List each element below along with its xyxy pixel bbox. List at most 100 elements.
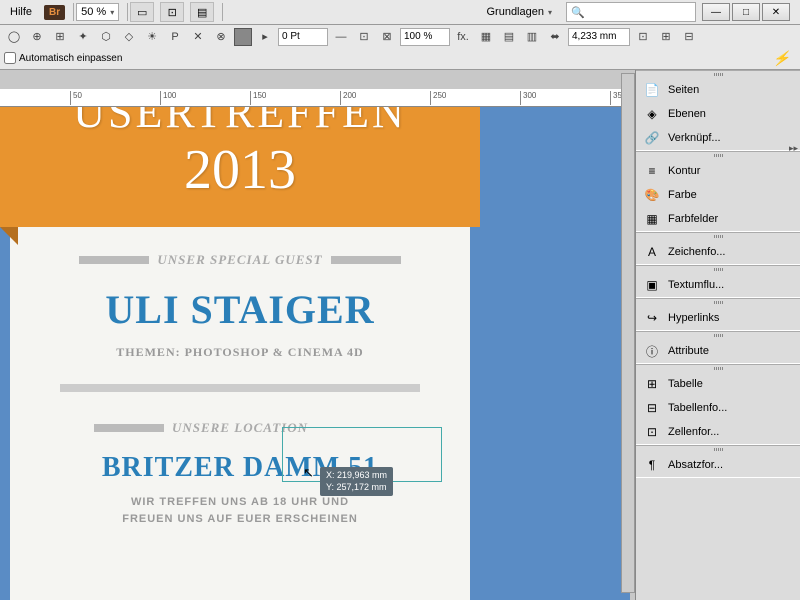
tool-icon[interactable]: ✦ [73, 28, 93, 46]
search-icon: 🔍 [571, 6, 585, 19]
control-toolbar: ◯ ⊕ ⊞ ✦ ⬡ ◇ ☀ P ✕ ⊗ ▸ 0 Pt — ⊡ ⊠ 100 % f… [0, 25, 800, 70]
panel-item[interactable]: 📄Seiten [636, 78, 800, 102]
panel-item[interactable]: ⊟Tabellenfo... [636, 396, 800, 420]
width-input[interactable]: 4,233 mm [568, 28, 630, 46]
maximize-button[interactable]: □ [732, 3, 760, 21]
top-menu-bar: Hilfe Br 50 %▾ ▭ ⊡ ▤ Grundlagen ▾ 🔍 — □ ✕ [0, 0, 800, 25]
collapse-icon[interactable]: ▸▸ [789, 143, 798, 154]
stroke-weight-input[interactable]: 0 Pt [278, 28, 328, 46]
view-option-1[interactable]: ▭ [130, 2, 154, 22]
tool-icon[interactable]: ⊠ [377, 28, 397, 46]
panel-item[interactable]: ⊡ Zellenfor... [636, 420, 800, 444]
panel-item[interactable]: ▦ Farbfelder [636, 207, 800, 231]
panel-icon: ↪ [644, 310, 660, 326]
tool-icon[interactable]: P [165, 28, 185, 46]
fx-icon[interactable]: fx. [453, 28, 473, 46]
panel-item[interactable]: ⊞Tabelle [636, 372, 800, 396]
banner-title: USERTREFFEN [73, 107, 407, 138]
flash-icon[interactable]: ⚡ [773, 50, 790, 67]
tool-icon[interactable]: ⊡ [354, 28, 374, 46]
banner-fold [0, 227, 18, 245]
view-option-3[interactable]: ▤ [190, 2, 214, 22]
panel-drag-handle[interactable] [636, 71, 800, 78]
panel-icon: 🎨 [644, 187, 660, 203]
tool-icon[interactable]: ⊡ [633, 28, 653, 46]
tool-icon[interactable]: ⊞ [50, 28, 70, 46]
panel-item[interactable]: ▣Textumflu... [636, 273, 800, 297]
workspace-label: Grundlagen [486, 6, 544, 18]
panel-group: ¶Absatzfor... [636, 445, 800, 478]
autofit-checkbox[interactable]: Automatisch einpassen [4, 52, 122, 64]
tool-icon[interactable]: ▦ [476, 28, 496, 46]
panel-drag-handle[interactable] [636, 233, 800, 240]
chevron-down-icon: ▾ [110, 8, 114, 17]
tool-icon[interactable]: — [331, 28, 351, 46]
panel-item[interactable]: 🎨Farbe [636, 183, 800, 207]
document-canvas[interactable]: USERTREFFEN 2013 UNSER SPECIAL GUEST ULI… [0, 107, 630, 600]
panel-item[interactable]: ≡Kontur [636, 159, 800, 183]
tool-icon[interactable]: ▸ [255, 28, 275, 46]
window-controls: — □ ✕ [702, 3, 790, 21]
panel-icon: A [644, 244, 660, 260]
tool-icon[interactable]: ⊟ [679, 28, 699, 46]
section-header: UNSER SPECIAL GUEST [10, 252, 470, 268]
minimize-button[interactable]: — [702, 3, 730, 21]
panel-expand-tab[interactable] [621, 73, 635, 593]
panel-label: Zellenfor... [668, 426, 719, 438]
panel-drag-handle[interactable] [636, 299, 800, 306]
panel-drag-handle[interactable] [636, 152, 800, 159]
panel-drag-handle[interactable] [636, 365, 800, 372]
tool-icon[interactable]: ✕ [188, 28, 208, 46]
panel-icon: ▦ [644, 211, 660, 227]
panel-item[interactable]: A Zeichenfo... [636, 240, 800, 264]
tool-icon[interactable]: ▥ [522, 28, 542, 46]
tool-icon[interactable]: ⊗ [211, 28, 231, 46]
help-menu[interactable]: Hilfe [4, 4, 38, 20]
panel-group: ↪Hyperlinks [636, 298, 800, 331]
tool-icon[interactable]: ⊕ [27, 28, 47, 46]
panel-icon: ▣ [644, 277, 660, 293]
panel-drag-handle[interactable] [636, 446, 800, 453]
panel-label: Ebenen [668, 108, 706, 120]
fill-color[interactable] [234, 28, 252, 46]
chevron-down-icon: ▾ [548, 8, 552, 17]
tool-icon[interactable]: ⬡ [96, 28, 116, 46]
panel-drag-handle[interactable] [636, 266, 800, 273]
panel-label: Kontur [668, 165, 700, 177]
panel-drag-handle[interactable] [636, 332, 800, 339]
separator [127, 3, 128, 21]
location-subtitle: WIR TREFFEN UNS AB 18 UHR UND FREUEN UNS… [10, 494, 470, 527]
panel-item[interactable]: ↪Hyperlinks [636, 306, 800, 330]
view-option-2[interactable]: ⊡ [160, 2, 184, 22]
panel-group: ▣Textumflu... [636, 265, 800, 298]
tool-icon[interactable]: ◯ [4, 28, 24, 46]
search-input[interactable]: 🔍 [566, 2, 696, 22]
tool-icon[interactable]: ▤ [499, 28, 519, 46]
tool-icon[interactable]: ⬌ [545, 28, 565, 46]
tool-icon[interactable]: ⊞ [656, 28, 676, 46]
panel-group: ≡Kontur🎨Farbe ▦ Farbfelder [636, 151, 800, 232]
panel-label: Absatzfor... [668, 459, 723, 471]
panel-icon: ⊡ [644, 424, 660, 440]
close-button[interactable]: ✕ [762, 3, 790, 21]
ruler-tick: 150 [250, 91, 266, 105]
banner-year: 2013 [184, 138, 296, 202]
bridge-button[interactable]: Br [44, 5, 65, 20]
tool-icon[interactable]: ☀ [142, 28, 162, 46]
zoom-level[interactable]: 50 %▾ [76, 3, 119, 21]
tool-icon[interactable]: ◇ [119, 28, 139, 46]
ruler-tick: 200 [340, 91, 356, 105]
panel-item[interactable]: ⓘAttribute [636, 339, 800, 363]
workspace-selector[interactable]: Grundlagen ▾ [478, 4, 560, 20]
opacity-input[interactable]: 100 % [400, 28, 450, 46]
panel-label: Zeichenfo... [668, 246, 725, 258]
horizontal-ruler: 50 100 150 200 250 300 350 [0, 89, 630, 107]
panel-item[interactable]: ◈Ebenen [636, 102, 800, 126]
ruler-tick: 300 [520, 91, 536, 105]
panels-dock: ▸▸ 📄Seiten◈Ebenen🔗Verknüpf...≡Kontur🎨Far… [635, 70, 800, 600]
panel-label: Tabelle [668, 378, 703, 390]
panel-group: A Zeichenfo... [636, 232, 800, 265]
panel-item[interactable]: 🔗Verknüpf... [636, 126, 800, 150]
panel-label: Farbfelder [668, 213, 718, 225]
panel-item[interactable]: ¶Absatzfor... [636, 453, 800, 477]
